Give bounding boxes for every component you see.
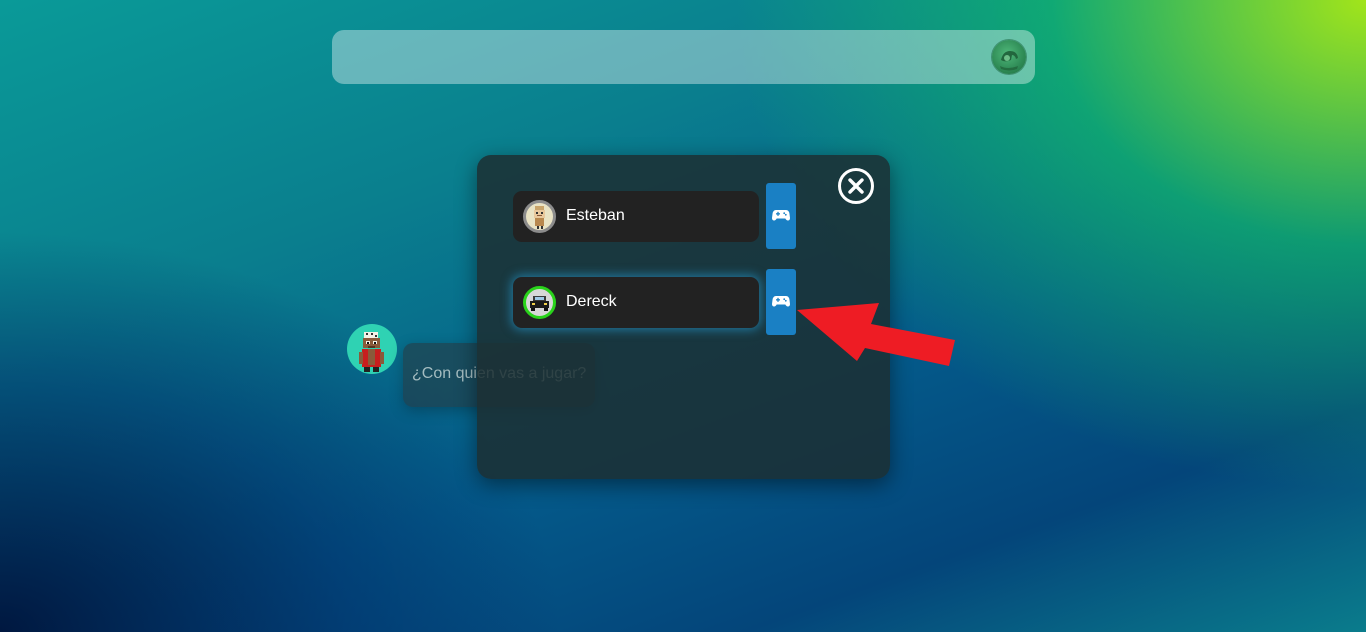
player-name: Esteban xyxy=(566,207,625,224)
invite-to-play-button-esteban[interactable] xyxy=(766,183,796,249)
assistant-avatar-icon xyxy=(347,324,397,374)
top-bar xyxy=(332,30,1035,84)
invite-to-play-button-dereck[interactable] xyxy=(766,269,796,335)
player-card-esteban[interactable]: Esteban xyxy=(513,191,759,242)
profile-avatar-icon[interactable] xyxy=(992,40,1026,74)
annotation-arrow-icon xyxy=(797,303,955,366)
close-icon[interactable] xyxy=(838,168,874,204)
player-avatar-icon xyxy=(523,200,556,233)
player-avatar-icon xyxy=(523,286,556,319)
gamepad-icon xyxy=(772,210,790,221)
player-name: Dereck xyxy=(566,293,617,310)
player-card-dereck[interactable]: Dereck xyxy=(513,277,759,328)
gamepad-icon xyxy=(772,296,790,307)
